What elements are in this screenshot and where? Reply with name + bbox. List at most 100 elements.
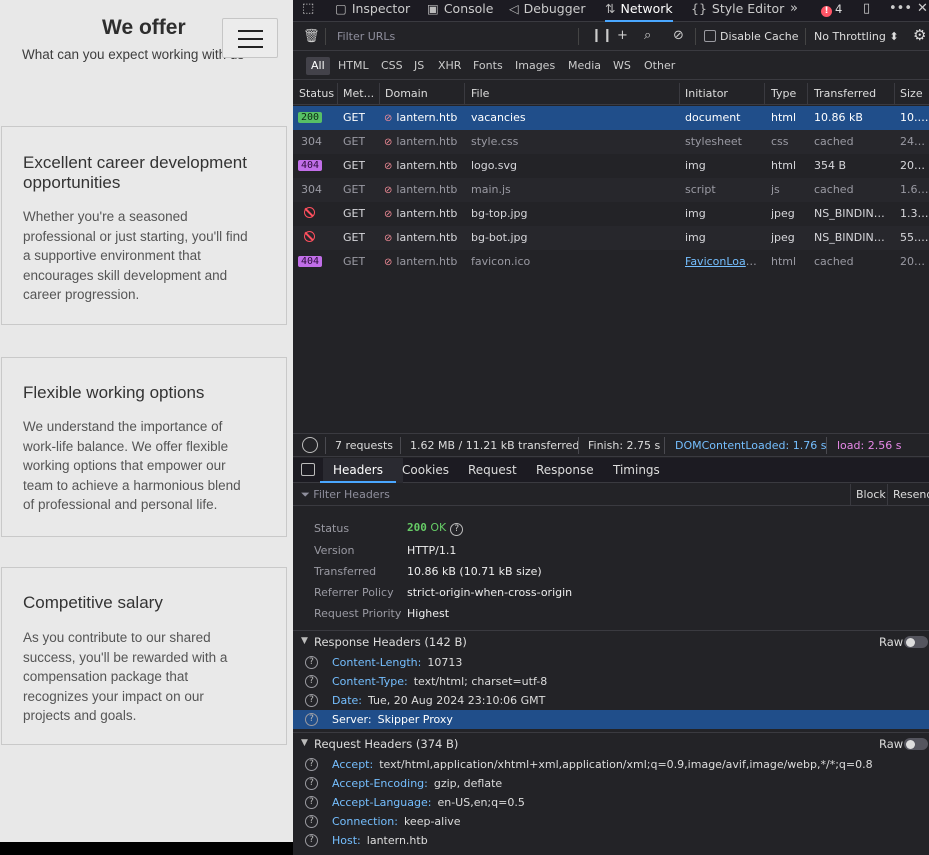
divider xyxy=(578,28,579,45)
tab-inspector[interactable]: ▢ Inspector xyxy=(335,0,410,21)
type-filter-xhr[interactable]: XHR xyxy=(433,57,466,75)
collapse-triangle-icon: ▼ xyxy=(301,636,308,646)
help-icon[interactable]: ? xyxy=(305,815,318,828)
menu-bar-icon xyxy=(238,30,263,32)
help-icon[interactable]: ? xyxy=(305,834,318,847)
divider xyxy=(695,28,696,45)
request-row[interactable]: 304 GET ⊘ lantern.htb main.js script js c… xyxy=(293,178,929,202)
search-icon[interactable]: ⌕ xyxy=(644,28,651,43)
tab-debugger[interactable]: ◁ Debugger xyxy=(509,0,586,21)
column-size[interactable]: Size xyxy=(900,87,923,100)
column-status[interactable]: Status xyxy=(299,87,334,100)
page-title: We offer xyxy=(102,16,186,39)
tab-headers[interactable]: Headers xyxy=(320,463,396,483)
tab-timings[interactable]: Timings xyxy=(613,463,660,477)
error-count-badge[interactable]: ! 4 xyxy=(821,0,842,21)
header-row[interactable]: ? Accept-Encoding: gzip, deflate xyxy=(293,774,929,793)
tab-network[interactable]: ⇅ Network xyxy=(605,0,673,22)
header-row[interactable]: ? Content-Length: 10713 xyxy=(293,653,929,672)
help-icon[interactable]: ? xyxy=(305,694,318,707)
pause-icon[interactable]: ❙❙ xyxy=(591,28,613,43)
type-filter-images[interactable]: Images xyxy=(510,57,560,75)
toggle-sidebar-icon[interactable] xyxy=(301,463,315,476)
type-filter-other[interactable]: Other xyxy=(639,57,680,75)
column-type[interactable]: Type xyxy=(771,87,796,100)
request-domain: ⊘ lantern.htb xyxy=(384,207,458,220)
request-transferred: 10.86 kB xyxy=(814,111,863,124)
column-file[interactable]: File xyxy=(471,87,489,100)
header-row[interactable]: ? Accept-Language: en-US,en;q=0.5 xyxy=(293,793,929,812)
request-priority-label: Request Priority xyxy=(314,607,402,620)
raw-toggle[interactable] xyxy=(904,738,928,750)
element-picker-icon[interactable]: ⬚ xyxy=(302,0,314,21)
load-time: load: 2.56 s xyxy=(837,439,902,452)
help-icon[interactable]: ? xyxy=(305,656,318,669)
column-method[interactable]: Met... xyxy=(343,87,374,100)
type-filter-html[interactable]: HTML xyxy=(333,57,374,75)
request-type: jpeg xyxy=(771,231,795,244)
help-icon[interactable]: ? xyxy=(305,777,318,790)
more-tools-chevron-icon[interactable]: » xyxy=(790,0,798,21)
disable-cache-checkbox[interactable] xyxy=(704,30,716,42)
tab-cookies[interactable]: Cookies xyxy=(402,463,449,477)
header-row[interactable]: ? Connection: keep-alive xyxy=(293,812,929,831)
type-filter-css[interactable]: CSS xyxy=(376,57,408,75)
website-viewport: We offer What can you expect working wit… xyxy=(0,0,293,842)
header-row[interactable]: ? Server: Skipper Proxy xyxy=(293,710,929,729)
help-icon[interactable]: ? xyxy=(305,758,318,771)
request-row[interactable]: GET ⊘ lantern.htb bg-bot.jpg img jpeg NS_… xyxy=(293,226,929,250)
type-filter-fonts[interactable]: Fonts xyxy=(468,57,508,75)
request-row[interactable]: GET ⊘ lantern.htb bg-top.jpg img jpeg NS_… xyxy=(293,202,929,226)
tab-response[interactable]: Response xyxy=(536,463,594,477)
request-file: vacancies xyxy=(471,111,526,124)
tab-console[interactable]: ▣ Console xyxy=(427,0,493,21)
options-menu-icon[interactable]: ••• xyxy=(889,0,912,21)
filter-urls-input[interactable]: Filter URLs xyxy=(337,30,395,43)
request-headers-section[interactable]: ▼ Request Headers (374 B) Raw xyxy=(293,732,929,754)
type-filter-all[interactable]: All xyxy=(306,57,330,75)
help-icon[interactable]: ? xyxy=(305,713,318,726)
column-initiator[interactable]: Initiator xyxy=(685,87,728,100)
response-headers-section[interactable]: ▼ Response Headers (142 B) Raw xyxy=(293,630,929,652)
request-file: bg-bot.jpg xyxy=(471,231,528,244)
plus-icon[interactable]: + xyxy=(617,28,628,43)
request-method: GET xyxy=(343,111,366,124)
hamburger-menu-button[interactable] xyxy=(222,18,278,58)
column-domain[interactable]: Domain xyxy=(385,87,428,100)
column-transferred[interactable]: Transferred xyxy=(814,87,876,100)
block-icon[interactable]: ⊘ xyxy=(673,28,684,43)
filter-headers-input[interactable]: ⏷ Filter Headers xyxy=(301,488,390,502)
request-row[interactable]: 304 GET ⊘ lantern.htb style.css styleshee… xyxy=(293,130,929,154)
gear-icon[interactable]: ⚙ xyxy=(913,26,926,44)
header-row[interactable]: ? Date: Tue, 20 Aug 2024 23:10:06 GMT xyxy=(293,691,929,710)
request-file: favicon.ico xyxy=(471,255,531,268)
request-initiator[interactable]: FaviconLoad... xyxy=(685,255,761,268)
request-row[interactable]: 200 GET ⊘ lantern.htb vacancies document … xyxy=(293,106,929,130)
responsive-design-icon[interactable]: ▯ xyxy=(863,0,870,21)
type-filter-js[interactable]: JS xyxy=(409,57,429,75)
tab-request[interactable]: Request xyxy=(468,463,517,477)
stopwatch-icon[interactable] xyxy=(302,437,318,453)
status-code: 304 xyxy=(301,183,322,196)
type-filter-ws[interactable]: WS xyxy=(608,57,636,75)
header-row[interactable]: ? Content-Type: text/html; charset=utf-8 xyxy=(293,672,929,691)
header-row[interactable]: ? Host: lantern.htb xyxy=(293,831,929,850)
block-button[interactable]: Block xyxy=(856,488,886,501)
header-row[interactable]: ? Accept: text/html,application/xhtml+xml… xyxy=(293,755,929,774)
throttling-select[interactable]: No Throttling ⬍ xyxy=(814,30,899,43)
raw-toggle[interactable] xyxy=(904,636,928,648)
request-domain: ⊘ lantern.htb xyxy=(384,183,458,196)
resend-button[interactable]: Resend xyxy=(893,488,929,501)
tab-style-editor[interactable]: {} Style Editor xyxy=(691,0,784,21)
request-row[interactable]: 404 GET ⊘ lantern.htb favicon.ico Favicon… xyxy=(293,250,929,274)
close-icon[interactable]: ✕ xyxy=(917,0,928,21)
help-icon[interactable]: ? xyxy=(450,523,464,536)
status-code: 304 xyxy=(301,135,322,148)
type-filter-media[interactable]: Media xyxy=(563,57,606,75)
help-icon[interactable]: ? xyxy=(305,796,318,809)
trash-icon[interactable]: 🗑 xyxy=(303,29,320,44)
request-row[interactable]: 404 GET ⊘ lantern.htb logo.svg img html 3… xyxy=(293,154,929,178)
card-body: We understand the importance of work-lif… xyxy=(23,419,241,512)
menu-bar-icon xyxy=(238,38,263,40)
help-icon[interactable]: ? xyxy=(305,675,318,688)
